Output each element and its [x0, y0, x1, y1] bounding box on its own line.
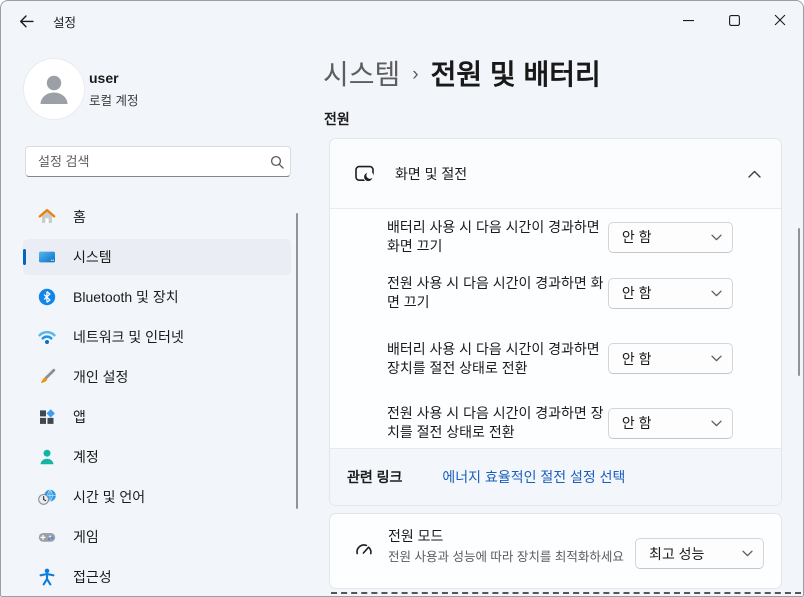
- search-icon: [264, 155, 290, 169]
- screen-sleep-icon: [354, 163, 375, 184]
- focus-indicator-line: [331, 592, 801, 594]
- screen-sleep-rows: 배터리 사용 시 다음 시간이 경과하면 화면 끄기 안 함 전원 사용 시 다…: [330, 209, 781, 450]
- setting-row-label: 전원 사용 시 다음 시간이 경과하면 화면 끄기: [387, 274, 608, 312]
- sidebar-item-time-language[interactable]: 시간 및 언어: [23, 479, 291, 515]
- chevron-down-icon: [742, 550, 753, 557]
- sidebar-item-bluetooth-devices[interactable]: Bluetooth 및 장치: [23, 279, 291, 315]
- maximize-button[interactable]: [711, 1, 757, 39]
- plugged-sleep-dropdown[interactable]: 안 함: [608, 408, 733, 439]
- close-icon: [774, 14, 786, 26]
- gaming-icon: [37, 527, 57, 547]
- power-mode-gauge-icon: [354, 540, 374, 560]
- sidebar-item-label: 게임: [73, 527, 99, 547]
- personalization-icon: [37, 367, 57, 387]
- main-scrollbar[interactable]: [798, 228, 800, 376]
- settings-window: 설정 us: [0, 0, 804, 597]
- sidebar: user 로컬 계정 홈: [1, 41, 321, 596]
- related-links-label: 관련 링크: [347, 467, 402, 487]
- setting-row-label: 배터리 사용 시 다음 시간이 경과하면 장치를 절전 상태로 전환: [387, 340, 608, 378]
- sidebar-item-label: 개인 설정: [73, 367, 128, 387]
- chevron-down-icon: [711, 234, 722, 241]
- energy-settings-link[interactable]: 에너지 효율적인 절전 설정 선택: [442, 467, 625, 487]
- power-mode-card: 전원 모드 전원 사용과 성능에 따라 장치를 최적화하세요 최고 성능: [329, 513, 782, 589]
- sidebar-item-label: 홈: [73, 207, 86, 227]
- battery-sleep-dropdown[interactable]: 안 함: [608, 343, 733, 374]
- minimize-button[interactable]: [665, 1, 711, 39]
- sidebar-item-label: 계정: [73, 447, 99, 467]
- dropdown-value: 최고 성능: [649, 544, 742, 564]
- main-content: 시스템 › 전원 및 배터리 전원 화면 및 절전 배터리 사용 시 다음: [321, 41, 803, 596]
- sidebar-item-label: Bluetooth 및 장치: [73, 287, 179, 307]
- breadcrumb-separator-icon: ›: [412, 64, 418, 86]
- setting-row-label: 전원 사용 시 다음 시간이 경과하면 장치를 절전 상태로 전환: [387, 404, 608, 442]
- setting-row-battery-screen-off: 배터리 사용 시 다음 시간이 경과하면 화면 끄기 안 함: [330, 209, 781, 265]
- maximize-icon: [729, 15, 740, 26]
- network-icon: [37, 327, 57, 347]
- sidebar-scrollbar[interactable]: [296, 213, 298, 509]
- user-name: user: [89, 70, 119, 86]
- chevron-down-icon: [711, 355, 722, 362]
- sidebar-item-network-internet[interactable]: 네트워크 및 인터넷: [23, 319, 291, 355]
- home-icon: [37, 207, 57, 227]
- bluetooth-icon: [37, 287, 57, 307]
- dropdown-value: 안 함: [622, 227, 711, 247]
- sidebar-item-label: 네트워크 및 인터넷: [73, 327, 184, 347]
- screen-sleep-header[interactable]: 화면 및 절전: [330, 139, 781, 209]
- dropdown-value: 안 함: [622, 413, 711, 433]
- sidebar-item-label: 시간 및 언어: [73, 487, 145, 507]
- power-mode-dropdown[interactable]: 최고 성능: [635, 538, 764, 569]
- breadcrumb: 시스템 › 전원 및 배터리: [323, 53, 601, 93]
- section-label-power: 전원: [324, 109, 350, 129]
- related-links-row: 관련 링크 에너지 효율적인 절전 설정 선택: [330, 448, 781, 505]
- chevron-down-icon: [711, 290, 722, 297]
- sidebar-item-accessibility[interactable]: 접근성: [23, 559, 291, 595]
- dropdown-value: 안 함: [622, 283, 711, 303]
- sidebar-item-label: 시스템: [73, 247, 112, 267]
- sidebar-item-label: 접근성: [73, 567, 112, 587]
- search-input[interactable]: [26, 154, 264, 169]
- battery-screen-off-dropdown[interactable]: 안 함: [608, 222, 733, 253]
- power-mode-title: 전원 모드: [388, 526, 638, 546]
- sidebar-item-accounts[interactable]: 계정: [23, 439, 291, 475]
- setting-row-plugged-sleep: 전원 사용 시 다음 시간이 경과하면 장치를 절전 상태로 전환 안 함: [330, 396, 781, 450]
- setting-row-plugged-screen-off: 전원 사용 시 다음 시간이 경과하면 화면 끄기 안 함: [330, 265, 781, 321]
- chevron-up-icon[interactable]: [748, 170, 761, 178]
- close-button[interactable]: [757, 1, 803, 39]
- sidebar-item-home[interactable]: 홈: [23, 199, 291, 235]
- user-avatar-icon: [35, 70, 73, 108]
- setting-row-battery-sleep: 배터리 사용 시 다음 시간이 경과하면 장치를 절전 상태로 전환 안 함: [330, 321, 781, 396]
- sidebar-item-gaming[interactable]: 게임: [23, 519, 291, 555]
- plugged-screen-off-dropdown[interactable]: 안 함: [608, 278, 733, 309]
- avatar[interactable]: [23, 58, 85, 120]
- screen-sleep-title: 화면 및 절전: [395, 164, 748, 184]
- sidebar-nav: 홈 시스템: [23, 199, 291, 597]
- breadcrumb-parent[interactable]: 시스템: [323, 53, 400, 93]
- sidebar-item-system[interactable]: 시스템: [23, 239, 291, 275]
- page-title: 전원 및 배터리: [431, 53, 601, 93]
- accessibility-icon: [37, 567, 57, 587]
- setting-row-label: 배터리 사용 시 다음 시간이 경과하면 화면 끄기: [387, 218, 608, 256]
- accounts-icon: [37, 447, 57, 467]
- sidebar-item-personalization[interactable]: 개인 설정: [23, 359, 291, 395]
- app-title: 설정: [53, 12, 76, 31]
- search-box[interactable]: [25, 146, 291, 177]
- titlebar: 설정: [1, 1, 803, 41]
- chevron-down-icon: [711, 420, 722, 427]
- time-language-icon: [37, 487, 57, 507]
- system-icon: [37, 247, 57, 267]
- back-arrow-icon: [19, 15, 34, 28]
- minimize-icon: [683, 15, 694, 26]
- dropdown-value: 안 함: [622, 349, 711, 369]
- sidebar-item-label: 앱: [73, 407, 86, 427]
- screen-sleep-card: 화면 및 절전 배터리 사용 시 다음 시간이 경과하면 화면 끄기 안 함: [329, 138, 782, 506]
- power-mode-description: 전원 사용과 성능에 따라 장치를 최적화하세요: [388, 549, 638, 566]
- apps-icon: [37, 407, 57, 427]
- back-button[interactable]: [9, 6, 43, 36]
- sidebar-item-apps[interactable]: 앱: [23, 399, 291, 435]
- user-account-type: 로컬 계정: [89, 90, 138, 109]
